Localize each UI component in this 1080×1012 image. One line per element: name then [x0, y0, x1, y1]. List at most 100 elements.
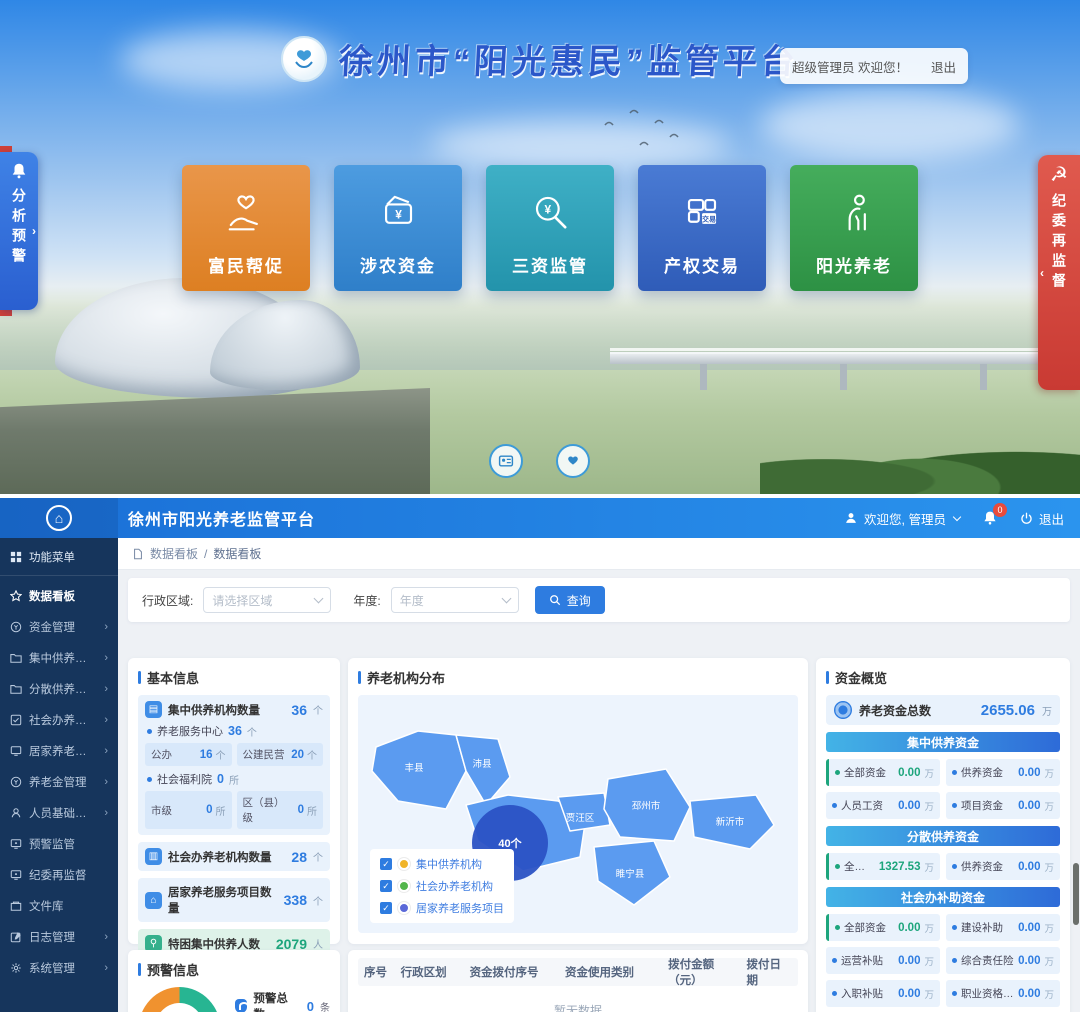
logout-link[interactable]: 退出: [931, 57, 956, 76]
svg-text:睢宁县: 睢宁县: [616, 868, 645, 880]
year-select[interactable]: 年度: [391, 587, 519, 613]
sidebar-item-central-fund[interactable]: 集中供养资金›: [0, 642, 118, 673]
user-menu[interactable]: 欢迎您, 管理员: [844, 509, 960, 528]
svg-text:40个: 40个: [498, 836, 522, 850]
marker-green-icon: [398, 880, 410, 892]
legend-social-org[interactable]: ✓ 社会办养老机构: [380, 878, 504, 894]
warning-info-panel: 预警信息 预警总数 0 条 已处理 0 条: [128, 950, 340, 1012]
total-funds-row: 养老资金总数 2655.06 万: [826, 695, 1060, 725]
basic-info-panel: 基本信息 ▤ 集中供养机构数量 36 个 养老服务中心 36 个 公办 16: [128, 658, 340, 944]
bridge-pier: [980, 364, 987, 390]
logout-button[interactable]: 退出: [1020, 509, 1064, 528]
fund-cell: 全部资金0.00万: [826, 914, 940, 941]
star-icon: [10, 590, 22, 602]
tab-label: 纪委再监督: [1049, 193, 1069, 293]
portal-logo-icon: [281, 36, 327, 82]
fund-cell: 入职补贴0.00万: [826, 980, 940, 1007]
filter-bar: 行政区域: 请选择区域 年度: 年度 查询: [128, 578, 1070, 622]
fund-cell: 供养资金0.00万: [946, 853, 1060, 880]
main-content: 数据看板 / 数据看板 行政区域: 请选择区域 年度: 年度 查询 基本信息: [118, 538, 1080, 1012]
monitor-alert-icon: [10, 869, 22, 881]
region-select[interactable]: 请选择区域: [203, 587, 331, 613]
sidebar-item-warning-supervision[interactable]: 预警监管: [0, 828, 118, 859]
sidebar-item-function-menu[interactable]: 功能菜单: [0, 538, 118, 576]
gear-icon: [10, 962, 22, 974]
svg-text:丰县: 丰县: [404, 762, 423, 774]
sidebar-item-personnel-info[interactable]: 人员基础信息›: [0, 797, 118, 828]
cloud: [760, 90, 1020, 160]
id-card-shortcut[interactable]: [489, 444, 523, 478]
target-icon: [834, 701, 852, 719]
sidebar-item-pension-mgmt[interactable]: 养老金管理›: [0, 766, 118, 797]
svg-text:贾汪区: 贾汪区: [566, 812, 595, 824]
user-role: 超级管理员: [792, 57, 855, 76]
tile-label: 富民帮促: [208, 252, 284, 277]
sidebar-item-log-mgmt[interactable]: 日志管理›: [0, 921, 118, 952]
login-box: 超级管理员 欢迎您！ 退出: [780, 48, 968, 84]
party-emblem-icon: ☭: [1050, 165, 1068, 185]
legend-central-org[interactable]: ✓ 集中供养机构: [380, 856, 504, 872]
dashboard-title: 徐州市阳光养老监管平台: [128, 506, 315, 530]
scrollbar-thumb[interactable]: [1073, 863, 1079, 925]
sidebar-item-file-library[interactable]: 文件库: [0, 890, 118, 921]
sidebar-item-jiwei-supervision[interactable]: 纪委再监督: [0, 859, 118, 890]
tile-label: 涉农资金: [360, 252, 436, 277]
sidebar-item-fund-mgmt[interactable]: 资金管理›: [0, 611, 118, 642]
bell-blue-icon: [235, 999, 248, 1012]
section-header: 分散供养资金: [826, 826, 1060, 846]
legend-home-service[interactable]: ✓ 居家养老服务项目: [380, 900, 504, 916]
panel-title: 资金概览: [826, 668, 1060, 687]
folder-icon: [10, 683, 22, 695]
svg-text:¥: ¥: [545, 203, 552, 217]
grid-icon: [10, 551, 22, 563]
fund-cell: 人员工资0.00万: [826, 792, 940, 819]
home-service-card: ⌂ 居家养老服务项目数量 338 个: [138, 878, 330, 922]
tile-yangguang-yanglao[interactable]: 阳光养老: [790, 165, 918, 291]
tile-chanquan-jiaoyi[interactable]: 交易 产权交易: [638, 165, 766, 291]
analysis-warning-tab[interactable]: 分析预警 ›: [0, 152, 38, 310]
sidebar: 功能菜单 数据看板 资金管理› 集中供养资金› 分散供养资金› 社会办养老机构›…: [0, 538, 118, 1012]
building-icon: ▤: [145, 701, 162, 718]
bridge-pier: [840, 364, 847, 390]
org-distribution-panel: 养老机构分布 丰县 沛县 贾汪区: [348, 658, 808, 944]
dashboard-header: ⌂ 徐州市阳光养老监管平台 欢迎您, 管理员 0: [0, 498, 1080, 538]
heart-care-shortcut[interactable]: [556, 444, 590, 478]
svg-text:新沂市: 新沂市: [716, 816, 745, 828]
tile-shenong-zijin[interactable]: ¥ 涉农资金: [334, 165, 462, 291]
money-icon: [10, 621, 22, 633]
xuzhou-map: 丰县 沛县 贾汪区 邳州市 新沂市 睢宁县 40个 ✓ 集中供养机构: [358, 695, 798, 933]
central-org-card: ▤ 集中供养机构数量 36 个 养老服务中心 36 个 公办 16 个: [138, 695, 330, 835]
notification-badge: 0: [993, 503, 1007, 517]
panel-title: 养老机构分布: [358, 668, 798, 687]
fund-cell: 运营补贴0.00万: [826, 947, 940, 974]
hand-heart-icon: [220, 186, 272, 238]
birds: [600, 105, 690, 155]
tile-label: 阳光养老: [816, 252, 892, 277]
sidebar-item-scattered-fund[interactable]: 分散供养资金›: [0, 673, 118, 704]
year-filter-label: 年度:: [353, 592, 380, 609]
funds-overview-panel: 资金概览 养老资金总数 2655.06 万 集中供养资金 全部资金0.00万 供…: [816, 658, 1070, 1012]
tile-fumin-bangcu[interactable]: 富民帮促: [182, 165, 310, 291]
sidebar-item-social-org[interactable]: 社会办养老机构›: [0, 704, 118, 735]
search-button[interactable]: 查询: [535, 586, 605, 614]
heart-hands-icon: [565, 453, 581, 469]
wallet-yuan-icon: ¥: [372, 186, 424, 238]
panel-title: 预警信息: [138, 960, 330, 979]
notifications-button[interactable]: 0: [982, 510, 998, 526]
tile-sanzi-jianguan[interactable]: ¥ 三资监管: [486, 165, 614, 291]
jiwei-supervision-tab[interactable]: ☭ 纪委再监督 ‹: [1038, 155, 1080, 390]
stat-cell: 区（县）级 0 所: [237, 791, 324, 829]
fund-cell: 供养资金0.00万: [946, 759, 1060, 786]
sidebar-item-home-service[interactable]: 居家养老服务项目›: [0, 735, 118, 766]
home-icon: ⌂: [145, 892, 162, 909]
waterfront-plaza: [0, 388, 430, 494]
portal-tiles: 富民帮促 ¥ 涉农资金 ¥ 三资监管 交易: [182, 165, 918, 291]
sidebar-item-data-board[interactable]: 数据看板: [0, 580, 118, 611]
stat-cell: 市级 0 所: [145, 791, 232, 829]
checkbox-checked-icon: ✓: [380, 880, 392, 892]
logout-label: 退出: [1039, 509, 1064, 528]
warning-donut-chart: [138, 987, 221, 1012]
sidebar-item-system-mgmt[interactable]: 系统管理›: [0, 952, 118, 983]
breadcrumb-root[interactable]: 数据看板: [150, 545, 198, 562]
edit-icon: [10, 931, 22, 943]
